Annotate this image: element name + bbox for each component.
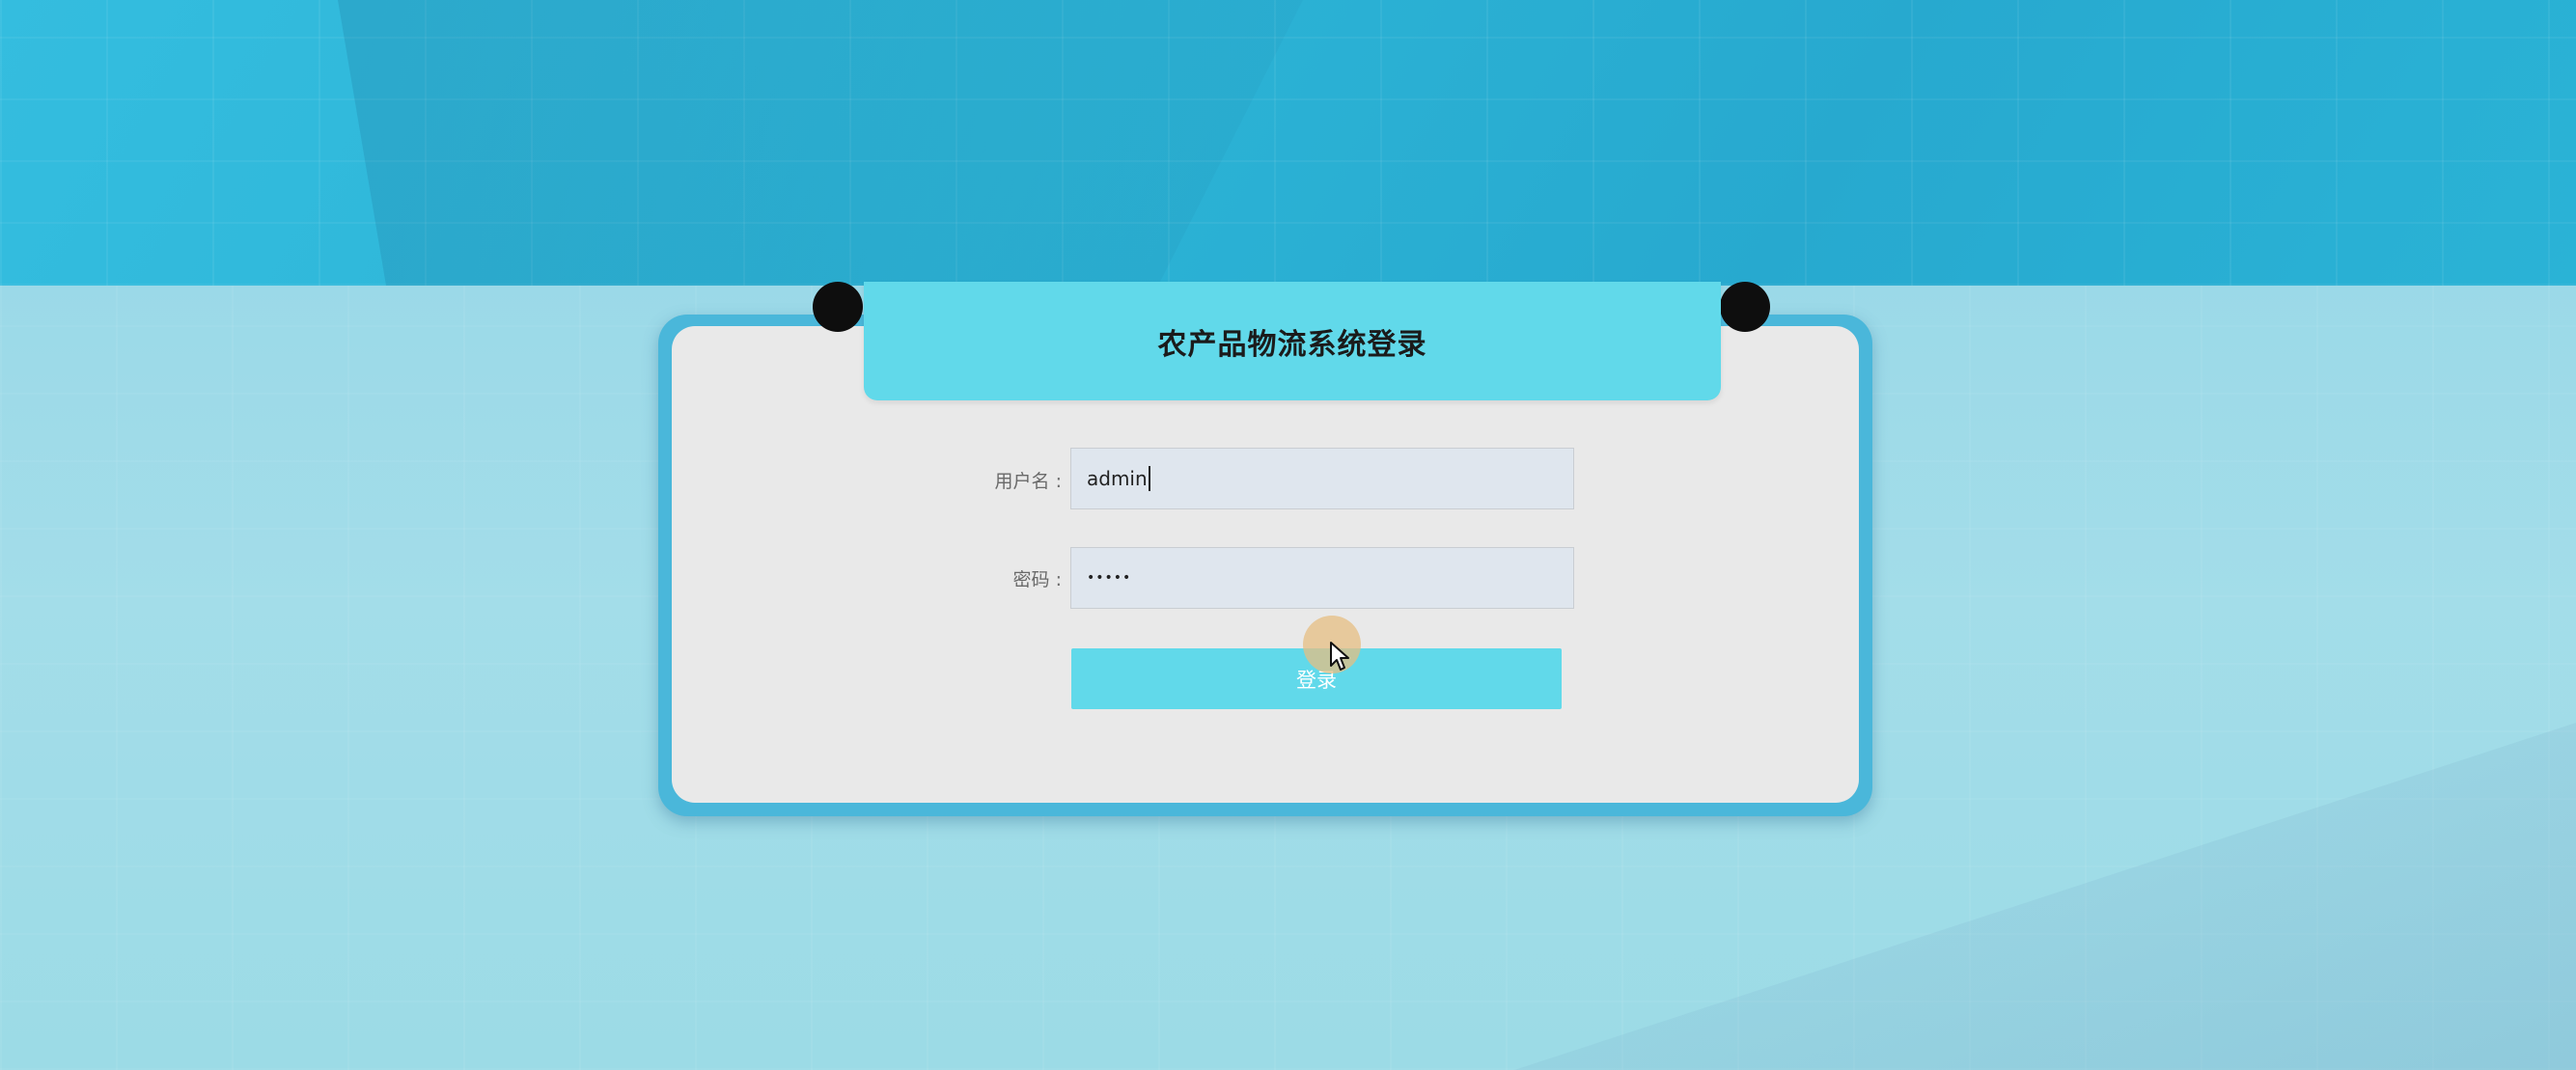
password-label: 密码 : — [1012, 569, 1062, 590]
login-title: 农产品物流系统登录 — [1157, 327, 1427, 362]
text-caret — [1148, 466, 1150, 491]
password-input[interactable]: ••••• — [1070, 547, 1574, 609]
login-page: 农产品物流系统登录 用户名 : admin 密码 : ••••• 登录 — [0, 0, 2576, 1070]
mouse-cursor-icon — [1330, 642, 1349, 671]
background-top — [0, 0, 2576, 286]
login-title-tab: 农产品物流系统登录 — [864, 282, 1721, 400]
password-masked-value: ••••• — [1087, 570, 1132, 586]
username-input[interactable]: admin — [1070, 448, 1574, 509]
username-value: admin — [1087, 467, 1148, 490]
pin-left-icon — [813, 282, 863, 332]
pin-right-icon — [1720, 282, 1770, 332]
username-label: 用户名 : — [994, 471, 1062, 492]
